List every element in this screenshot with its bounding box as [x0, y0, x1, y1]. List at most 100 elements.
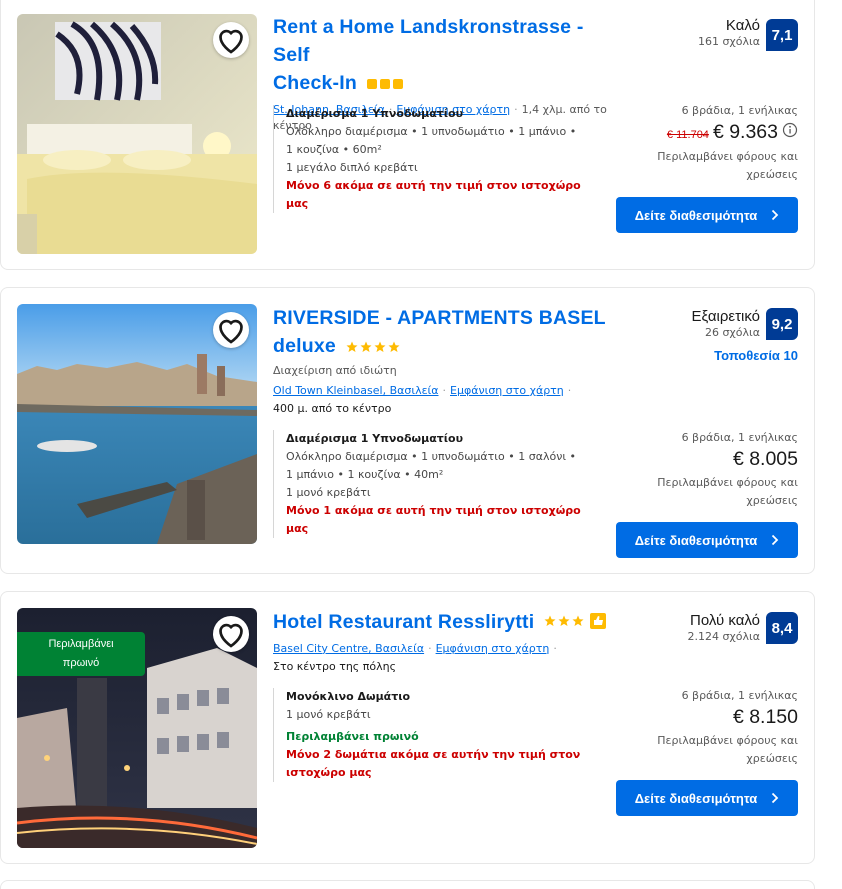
property-card-2: RIVERSIDE - APARTMENTS BASEL deluxe Διαχ… — [0, 287, 815, 574]
property-photo[interactable] — [17, 304, 257, 544]
star-rating — [544, 609, 608, 637]
property-title-line2[interactable]: deluxe — [273, 335, 336, 357]
stay-length: 6 βράδια, 1 ενήλικας — [681, 689, 798, 702]
review-summary[interactable]: Καλό 161 σχόλια — [698, 17, 760, 49]
taxes-note: χρεώσεις — [746, 752, 798, 765]
heart-icon — [219, 29, 243, 54]
room-description: Ολόκληρο διαμέρισμα • 1 υπνοδωμάτιο • 1 … — [286, 450, 577, 463]
show-on-map-link[interactable]: Εμφάνιση στο χάρτη — [450, 384, 564, 397]
property-info: Hotel Restaurant Resslirytti Basel City … — [273, 608, 623, 675]
property-photo[interactable] — [17, 14, 257, 254]
property-photo[interactable]: Περιλαμβάνει πρωινό — [17, 608, 257, 848]
room-description: Ολόκληρο διαμέρισμα • 1 υπνοδωμάτιο • 1 … — [286, 125, 577, 138]
star-icon — [558, 615, 570, 626]
review-score-badge[interactable]: 7,1 — [766, 19, 798, 51]
taxes-note: Περιλαμβάνει φόρους και — [657, 150, 798, 163]
property-info: RIVERSIDE - APARTMENTS BASEL deluxe Διαχ… — [273, 304, 623, 417]
review-count: 2.124 σχόλια — [687, 630, 760, 643]
see-availability-button[interactable]: Δείτε διαθεσιμότητα — [616, 780, 798, 816]
price-block: 6 βράδια, 1 ενήλικας € 11.704 € 9.363 Περ… — [608, 103, 798, 184]
scarcity-message: Μόνο 1 ακόμα σε αυτή την τιμή στον ιστοχ… — [286, 504, 581, 535]
star-icon — [572, 615, 584, 626]
chevron-right-icon — [772, 209, 779, 221]
breakfast-included-badge: Περιλαμβάνει πρωινό — [17, 632, 145, 676]
price-block: 6 βράδια, 1 ενήλικας € 8.150 Περιλαμβάνε… — [608, 688, 798, 768]
room-details: Μονόκλινο Δωμάτιο 1 μονό κρεβάτι Περιλαμ… — [273, 688, 603, 782]
property-title-line2[interactable]: Check-In — [273, 72, 357, 94]
current-price: € 9.363 — [712, 121, 778, 143]
property-card-4-partial — [0, 880, 815, 889]
bed-info: 1 μεγάλο διπλό κρεβάτι — [286, 161, 418, 174]
stay-length: 6 βράδια, 1 ενήλικας — [681, 431, 798, 444]
star-rating — [346, 333, 402, 361]
save-favorite-button[interactable] — [213, 312, 249, 348]
room-description: 1 κουζίνα • 60m² — [286, 143, 382, 156]
scarcity-message: ιστοχώρο μας — [286, 766, 372, 779]
rating-word: Καλό — [725, 17, 760, 34]
scarcity-message: Μόνο 6 ακόμα σε αυτή την τιμή στον ιστοχ… — [286, 179, 581, 210]
star-icon — [360, 341, 372, 352]
distance-text: 400 μ. από το κέντρο — [273, 401, 392, 415]
property-title-line1[interactable]: Hotel Restaurant Resslirytti — [273, 611, 534, 633]
chevron-right-icon — [772, 534, 779, 546]
bed-info: 1 μονό κρεβάτι — [286, 486, 371, 499]
rating-word: Πολύ καλό — [689, 612, 760, 629]
property-title-line1[interactable]: RIVERSIDE - APARTMENTS BASEL — [273, 307, 606, 329]
heart-icon — [219, 319, 243, 344]
rating-squares — [366, 70, 405, 98]
property-title-line1[interactable]: Rent a Home Landskronstrasse - Self — [273, 16, 584, 66]
review-score-badge[interactable]: 9,2 — [766, 308, 798, 340]
room-title: Μονόκλινο Δωμάτιο — [286, 690, 411, 703]
see-availability-button[interactable]: Δείτε διαθεσιμότητα — [616, 197, 798, 233]
location-score: Τοποθεσία 10 — [714, 348, 798, 363]
star-icon — [374, 341, 386, 352]
badge-line1: Περιλαμβάνει — [48, 638, 114, 650]
badge-line2: πρωινό — [62, 657, 100, 669]
chevron-right-icon — [772, 792, 779, 804]
see-availability-button[interactable]: Δείτε διαθεσιμότητα — [616, 522, 798, 558]
rating-word: Εξαιρετικό — [691, 308, 760, 325]
room-title: Διαμέρισμα 1 Υπνοδωματίου — [286, 107, 464, 120]
star-icon — [346, 341, 358, 352]
see-availability-label: Δείτε διαθεσιμότητα — [634, 790, 758, 806]
property-card-1: Rent a Home Landskronstrasse - Self Chec… — [0, 0, 815, 270]
price-block: 6 βράδια, 1 ενήλικας € 8.005 Περιλαμβάνε… — [608, 430, 798, 510]
room-details: Διαμέρισμα 1 Υπνοδωματίου Ολόκληρο διαμέ… — [273, 430, 603, 538]
info-icon[interactable] — [782, 121, 798, 147]
square-rating-icon — [379, 78, 390, 89]
square-rating-icon — [366, 78, 377, 89]
price-row: € 11.704 € 9.363 — [608, 119, 798, 148]
property-title-link[interactable]: RIVERSIDE - APARTMENTS BASEL deluxe — [273, 304, 623, 361]
bed-info: 1 μονό κρεβάτι — [286, 708, 371, 721]
taxes-note: χρεώσεις — [746, 168, 798, 181]
heart-icon — [219, 623, 243, 648]
property-title-link[interactable]: Hotel Restaurant Resslirytti — [273, 608, 623, 637]
see-availability-label: Δείτε διαθεσιμότητα — [634, 532, 758, 548]
property-title-link[interactable]: Rent a Home Landskronstrasse - Self Chec… — [273, 13, 623, 98]
breakfast-included-text: Περιλαμβάνει πρωινό — [286, 730, 419, 743]
stay-length: 6 βράδια, 1 ενήλικας — [681, 104, 798, 117]
review-score-badge[interactable]: 8,4 — [766, 612, 798, 644]
room-description: 1 μπάνιο • 1 κουζίνα • 40m² — [286, 468, 444, 481]
star-icon — [388, 341, 400, 352]
review-summary[interactable]: Πολύ καλό 2.124 σχόλια — [687, 612, 760, 644]
current-price: € 8.150 — [732, 706, 798, 728]
save-favorite-button[interactable] — [213, 22, 249, 58]
current-price: € 8.005 — [732, 448, 798, 470]
star-icon — [544, 615, 556, 626]
property-card-3: Περιλαμβάνει πρωινό Hotel Restaurant Res… — [0, 591, 815, 864]
see-availability-label: Δείτε διαθεσιμότητα — [634, 207, 758, 223]
location-link[interactable]: Basel City Centre, Βασιλεία — [273, 642, 424, 655]
room-details: Διαμέρισμα 1 Υπνοδωματίου Ολόκληρο διαμέ… — [273, 105, 603, 213]
price-row: € 8.005 — [608, 446, 798, 474]
scarcity-message: Μόνο 2 δωμάτια ακόμα σε αυτήν την τιμή σ… — [286, 748, 581, 761]
review-count: 161 σχόλια — [697, 35, 760, 48]
managed-by-text: Διαχείριση από ιδιώτη — [273, 363, 397, 377]
room-title: Διαμέρισμα 1 Υπνοδωματίου — [286, 432, 464, 445]
save-favorite-button[interactable] — [213, 616, 249, 652]
location-link[interactable]: Old Town Kleinbasel, Βασιλεία — [273, 384, 439, 397]
location-line: Old Town Kleinbasel, Βασιλεία · Εμφάνιση σ… — [273, 383, 572, 397]
review-summary[interactable]: Εξαιρετικό 26 σχόλια — [692, 308, 760, 340]
show-on-map-link[interactable]: Εμφάνιση στο χάρτη — [436, 642, 550, 655]
price-row: € 8.150 — [608, 704, 798, 732]
